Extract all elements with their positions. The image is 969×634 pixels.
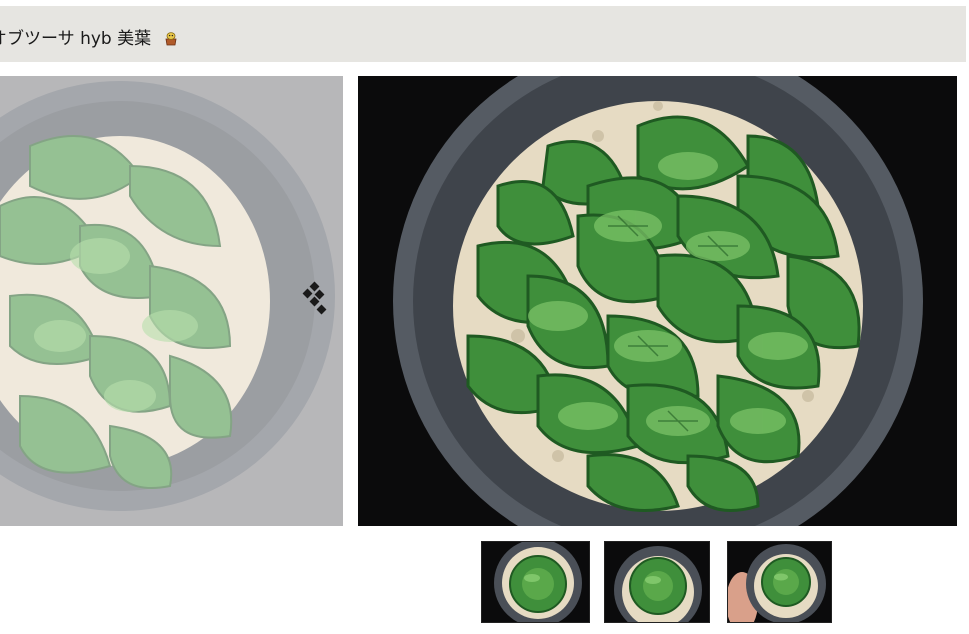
thumbnail-1-image: [482, 542, 589, 622]
thumbnail-3-image: [728, 542, 831, 622]
chevron-left-icon[interactable]: [302, 281, 328, 321]
page-title-text: オブツーサ hyb 美葉: [0, 29, 152, 49]
title-bar: オブツーサ hyb 美葉: [0, 6, 966, 62]
previous-photo-overlay: [0, 76, 343, 526]
thumbnail-1[interactable]: [481, 541, 590, 623]
main-photo-image: [358, 76, 957, 526]
thumbnail-2-image: [605, 542, 709, 622]
plant-pot-emoji-icon: [165, 32, 176, 46]
page-title: オブツーサ hyb 美葉: [0, 24, 179, 49]
main-photo[interactable]: [358, 76, 957, 526]
thumbnail-2[interactable]: [604, 541, 710, 623]
previous-photo[interactable]: [0, 76, 343, 526]
thumbnail-3[interactable]: [727, 541, 832, 623]
